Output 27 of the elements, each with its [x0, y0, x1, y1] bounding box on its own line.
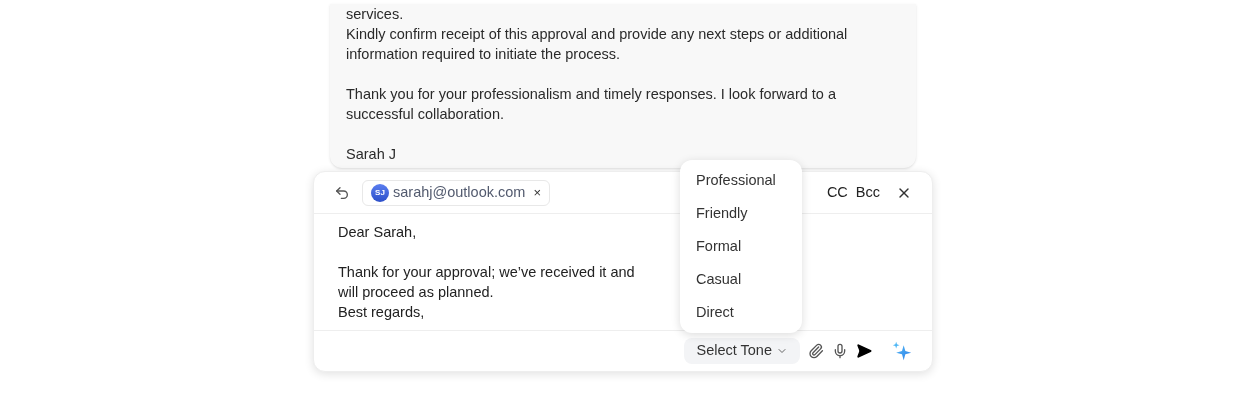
send-icon[interactable] [856, 343, 872, 359]
text-line: Thank for your approval; we’ve received it and [338, 263, 635, 282]
text-line: Best regards, [338, 303, 425, 322]
cc-button[interactable]: CC [826, 181, 848, 204]
tone-option[interactable]: Casual [680, 263, 802, 296]
avatar: SJ [371, 183, 389, 202]
recipient-email: sarahj@outlook.com [393, 182, 526, 202]
tone-option[interactable]: Friendly [680, 197, 802, 230]
tone-dropdown[interactable]: Select Tone [684, 338, 800, 364]
tone-option[interactable]: Direct [680, 296, 802, 329]
attach-icon[interactable] [808, 343, 824, 359]
tone-option[interactable]: Professional [680, 164, 802, 197]
recipient-chip[interactable]: SJ sarahj@outlook.com × [362, 179, 550, 206]
tone-option[interactable]: Formal [680, 230, 802, 263]
remove-button[interactable]: × [533, 182, 541, 203]
microphone-icon[interactable] [832, 343, 848, 359]
sparkle-icon[interactable] [892, 341, 912, 361]
text-line: will proceed as planned. [338, 283, 494, 302]
text-line: Thank you for your professionalism and timely responses. I look forward to a [346, 85, 836, 104]
reply-icon[interactable] [334, 184, 350, 201]
bcc-button[interactable]: Bcc [855, 181, 880, 204]
text-line: information required to initiate the process. [346, 45, 621, 64]
text-line: successful collaboration. [346, 105, 504, 124]
text-line: Dear Sarah, [338, 223, 417, 242]
text-line: Kindly confirm receipt of this approval and provide any next steps or additional [346, 25, 848, 44]
text-line: services. [346, 5, 404, 24]
text-line: Sarah J [346, 145, 396, 164]
